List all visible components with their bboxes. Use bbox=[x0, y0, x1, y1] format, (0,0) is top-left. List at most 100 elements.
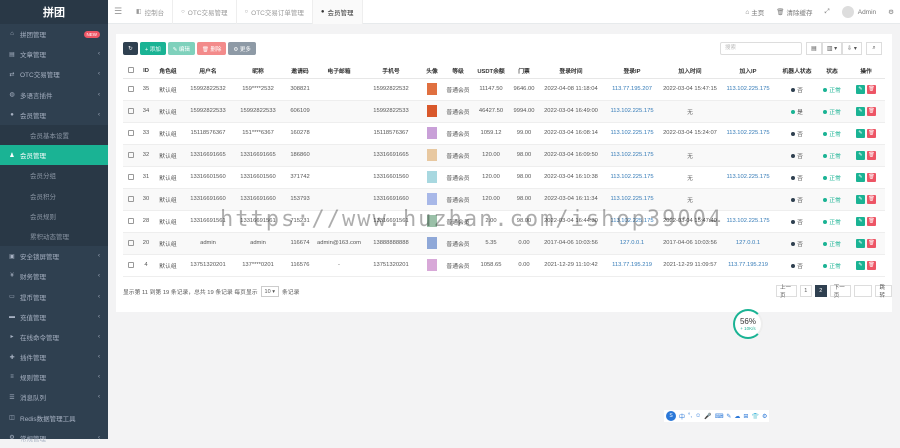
status-badge[interactable]: 正常 bbox=[829, 176, 841, 182]
sidebar-item-8[interactable]: 会员积分 bbox=[0, 185, 108, 206]
login-ip-value[interactable]: 113.77.195.219 bbox=[612, 262, 652, 268]
delete-row-icon[interactable]: 🗑 bbox=[867, 216, 876, 226]
clear-cache-button[interactable]: 🗑 清除缓存 bbox=[770, 0, 818, 24]
page-button-2[interactable]: 2 bbox=[814, 285, 827, 297]
edit-row-icon[interactable]: ✎ bbox=[856, 106, 865, 116]
table-row[interactable]: 33 默认组 15118576367 151****6367 160278 1511857… bbox=[123, 122, 885, 145]
sidebar-item-17[interactable]: ≡ 规则管理 ‹ bbox=[0, 367, 108, 387]
row-checkbox[interactable] bbox=[128, 261, 134, 268]
delete-row-icon[interactable]: 🗑 bbox=[867, 106, 876, 116]
page-button-1[interactable]: 1 bbox=[799, 285, 812, 297]
table-row[interactable]: 4 默认组 13751320201 137****0201 116576 - 1375132… bbox=[123, 254, 885, 277]
edit-button[interactable]: ✎ 编辑 bbox=[167, 42, 195, 55]
refresh-button[interactable]: ↻ bbox=[123, 42, 138, 55]
edit-row-icon[interactable]: ✎ bbox=[856, 150, 865, 160]
sidebar-item-3[interactable]: ◍ 多语言插件 ‹ bbox=[0, 85, 108, 105]
edit-row-icon[interactable]: ✎ bbox=[856, 194, 865, 204]
login-ip-value[interactable]: 113.102.225.175 bbox=[610, 130, 653, 136]
search-icon[interactable]: ⌕ bbox=[866, 42, 882, 55]
sidebar-item-4[interactable]: ● 会员管理 ‹ bbox=[0, 105, 108, 125]
sidebar-item-11[interactable]: ▣ 安全锁屏管理 ‹ bbox=[0, 246, 108, 266]
menu-toggle-icon[interactable]: ☰ bbox=[108, 6, 128, 17]
tab-1[interactable]: ○ OTC交易管理 bbox=[173, 0, 237, 24]
row-checkbox[interactable] bbox=[128, 85, 134, 92]
login-ip-value[interactable]: 113.102.225.175 bbox=[610, 152, 653, 158]
row-checkbox[interactable] bbox=[128, 107, 134, 114]
ime-tool-icon[interactable]: ✎ bbox=[726, 413, 731, 420]
ime-logo-icon[interactable]: S bbox=[666, 411, 676, 421]
join-ip-value[interactable]: 113.102.225.175 bbox=[726, 174, 769, 180]
status-badge[interactable]: 正常 bbox=[829, 198, 841, 204]
delete-row-icon[interactable]: 🗑 bbox=[867, 128, 876, 138]
tab-3[interactable]: ● 会员管理 bbox=[312, 0, 363, 24]
ime-tool-icon[interactable]: 中 bbox=[679, 412, 685, 421]
edit-row-icon[interactable]: ✎ bbox=[856, 238, 865, 248]
tab-2[interactable]: ○ OTC交易订单管理 bbox=[237, 0, 313, 24]
row-checkbox[interactable] bbox=[128, 173, 134, 180]
row-checkbox[interactable] bbox=[128, 151, 134, 158]
join-ip-value[interactable]: 127.0.0.1 bbox=[736, 240, 760, 246]
sidebar-item-1[interactable]: ▤ 文章管理 ‹ bbox=[0, 44, 108, 64]
ime-tool-icon[interactable]: °, bbox=[688, 413, 692, 419]
status-badge[interactable]: 正常 bbox=[829, 220, 841, 226]
sidebar-item-15[interactable]: ▸ 在线命令管理 ‹ bbox=[0, 327, 108, 347]
sidebar-item-6[interactable]: ♟ 会员管理 bbox=[0, 145, 108, 166]
next-page-button[interactable]: 下一页 bbox=[829, 285, 851, 299]
status-badge[interactable]: 正常 bbox=[829, 264, 841, 270]
login-ip-value[interactable]: 127.0.0.1 bbox=[620, 240, 644, 246]
jump-button[interactable]: 跳转 bbox=[875, 285, 892, 299]
table-row[interactable]: 34 默认组 15992822533 15992822533 606109 1599282… bbox=[123, 100, 885, 123]
table-row[interactable]: 35 默认组 15992822532 159****2532 308821 1599282… bbox=[123, 78, 885, 101]
join-ip-value[interactable]: 113.102.225.175 bbox=[726, 218, 769, 224]
edit-row-icon[interactable]: ✎ bbox=[856, 172, 865, 182]
row-checkbox[interactable] bbox=[128, 239, 134, 246]
prev-page-button[interactable]: 上一页 bbox=[776, 285, 797, 299]
sidebar-item-18[interactable]: ☰ 消息队列 ‹ bbox=[0, 387, 108, 407]
sidebar-item-16[interactable]: ✚ 插件管理 ‹ bbox=[0, 347, 108, 367]
delete-row-icon[interactable]: 🗑 bbox=[867, 172, 876, 182]
login-ip-value[interactable]: 113.77.195.207 bbox=[612, 86, 652, 92]
export-icon[interactable]: ⇩ ▾ bbox=[842, 42, 862, 55]
status-badge[interactable]: 正常 bbox=[829, 132, 841, 138]
login-ip-value[interactable]: 113.102.225.175 bbox=[610, 108, 653, 114]
add-button[interactable]: + 添加 bbox=[140, 42, 166, 55]
select-all-checkbox[interactable] bbox=[128, 67, 134, 74]
user-menu[interactable]: Admin bbox=[836, 0, 882, 24]
search-input[interactable]: 搜索 bbox=[720, 42, 802, 55]
table-row[interactable]: 31 默认组 13316601560 13316601560 371742 1331660… bbox=[123, 166, 885, 189]
ime-tool-icon[interactable]: ⊞ bbox=[743, 413, 748, 420]
delete-row-icon[interactable]: 🗑 bbox=[867, 260, 876, 270]
sidebar-item-9[interactable]: 会员规则 bbox=[0, 205, 108, 226]
tab-0[interactable]: ◧ 控制台 bbox=[128, 0, 174, 24]
fullscreen-icon[interactable]: ⤢ bbox=[819, 0, 836, 24]
page-jump-input[interactable] bbox=[853, 285, 873, 297]
ime-tool-icon[interactable]: ☁ bbox=[734, 413, 740, 420]
more-button[interactable]: ⚙ 更多 bbox=[228, 42, 256, 55]
delete-row-icon[interactable]: 🗑 bbox=[867, 238, 876, 248]
ime-tool-icon[interactable]: 👕 bbox=[751, 413, 758, 420]
edit-row-icon[interactable]: ✎ bbox=[856, 260, 865, 270]
sidebar-item-12[interactable]: ¥ 财务管理 ‹ bbox=[0, 266, 108, 286]
ime-tool-icon[interactable]: ⌨ bbox=[715, 413, 724, 420]
sidebar-item-7[interactable]: 会员分组 bbox=[0, 165, 108, 186]
join-ip-value[interactable]: 113.102.225.175 bbox=[726, 130, 769, 136]
settings-icon[interactable]: ⚙ bbox=[882, 0, 900, 24]
table-row[interactable]: 20 默认组 admin admin 116674 admin@163.com 138888… bbox=[123, 232, 885, 255]
join-ip-value[interactable]: 113.102.225.175 bbox=[726, 86, 769, 92]
status-badge[interactable]: 正常 bbox=[829, 154, 841, 160]
edit-row-icon[interactable]: ✎ bbox=[856, 216, 865, 226]
login-ip-value[interactable]: 113.102.225.175 bbox=[610, 196, 653, 202]
sidebar-item-13[interactable]: ▭ 提币管理 ‹ bbox=[0, 286, 108, 306]
login-ip-value[interactable]: 113.102.225.175 bbox=[610, 174, 653, 180]
status-badge[interactable]: 正常 bbox=[829, 88, 841, 94]
sidebar-item-2[interactable]: ⇄ OTC交易管理 ‹ bbox=[0, 64, 108, 84]
columns-icon[interactable]: ▥ ▾ bbox=[822, 42, 842, 55]
home-link[interactable]: ⌂ 主页 bbox=[739, 0, 770, 24]
edit-row-icon[interactable]: ✎ bbox=[856, 128, 865, 138]
table-row[interactable]: 32 默认组 13316691665 13316691665 186860 1331669… bbox=[123, 144, 885, 167]
delete-row-icon[interactable]: 🗑 bbox=[867, 150, 876, 160]
row-checkbox[interactable] bbox=[128, 217, 134, 224]
delete-row-icon[interactable]: 🗑 bbox=[867, 194, 876, 204]
delete-button[interactable]: 🗑 删除 bbox=[196, 42, 227, 55]
ime-tool-icon[interactable]: ⚙ bbox=[762, 413, 767, 420]
